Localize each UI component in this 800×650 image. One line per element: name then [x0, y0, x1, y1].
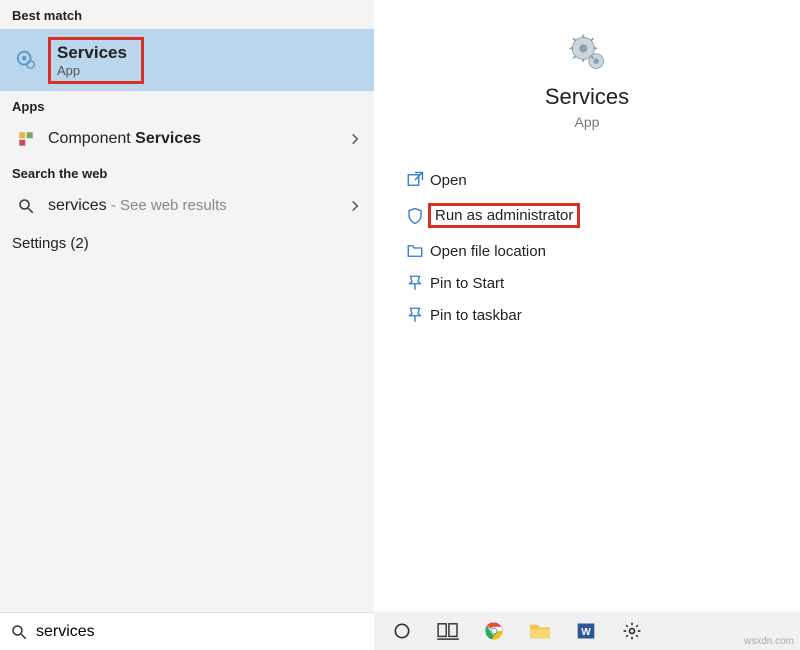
search-input-bar[interactable] [0, 612, 374, 650]
services-gear-icon [12, 49, 40, 71]
action-open-file-location[interactable]: Open file location [394, 235, 780, 267]
settings-results-heading[interactable]: Settings (2) [0, 225, 374, 262]
web-result-label: services - See web results [48, 197, 348, 215]
action-open[interactable]: Open [394, 164, 780, 196]
action-label: Open file location [430, 243, 546, 260]
file-explorer-icon[interactable] [528, 619, 552, 643]
taskbar: W [374, 612, 800, 650]
chevron-right-icon [348, 132, 362, 146]
preview-title: Services [384, 84, 790, 110]
chevron-right-icon [348, 199, 362, 213]
pin-icon [400, 306, 430, 324]
word-icon[interactable]: W [574, 619, 598, 643]
actions-list: Open Run as administrator Open file loca… [374, 144, 800, 331]
search-input[interactable] [36, 623, 364, 641]
best-match-result[interactable]: Services App [0, 29, 374, 91]
action-label: Run as administrator [428, 203, 580, 228]
apps-heading: Apps [0, 91, 374, 120]
best-match-highlight-box: Services App [48, 37, 144, 84]
best-match-subtitle: App [57, 63, 127, 78]
cortana-icon[interactable] [390, 619, 414, 643]
settings-gear-icon[interactable] [620, 619, 644, 643]
action-label: Pin to Start [430, 275, 504, 292]
preview-panel: Services App Open Run as administrator [374, 0, 800, 612]
watermark: wsxdn.com [744, 636, 794, 647]
action-pin-to-taskbar[interactable]: Pin to taskbar [394, 299, 780, 331]
app-result-component-services[interactable]: Component Services [0, 120, 374, 158]
action-label: Pin to taskbar [430, 307, 522, 324]
chrome-icon[interactable] [482, 619, 506, 643]
component-services-icon [12, 130, 40, 148]
action-run-as-administrator[interactable]: Run as administrator [394, 196, 780, 235]
web-search-result[interactable]: services - See web results [0, 187, 374, 225]
search-results-panel: Best match Services App Apps Component S… [0, 0, 374, 612]
action-pin-to-start[interactable]: Pin to Start [394, 267, 780, 299]
task-view-icon[interactable] [436, 619, 460, 643]
search-web-heading: Search the web [0, 158, 374, 187]
folder-icon [400, 242, 430, 260]
search-icon [12, 197, 40, 215]
app-result-label: Component Services [48, 130, 348, 148]
open-icon [400, 171, 430, 189]
services-gear-icon [565, 30, 609, 74]
action-label: Open [430, 172, 467, 189]
preview-subtitle: App [384, 114, 790, 130]
svg-text:W: W [581, 627, 591, 638]
shield-icon [400, 207, 430, 225]
best-match-title: Services [57, 43, 127, 63]
best-match-heading: Best match [0, 0, 374, 29]
pin-icon [400, 274, 430, 292]
search-icon [10, 623, 28, 641]
